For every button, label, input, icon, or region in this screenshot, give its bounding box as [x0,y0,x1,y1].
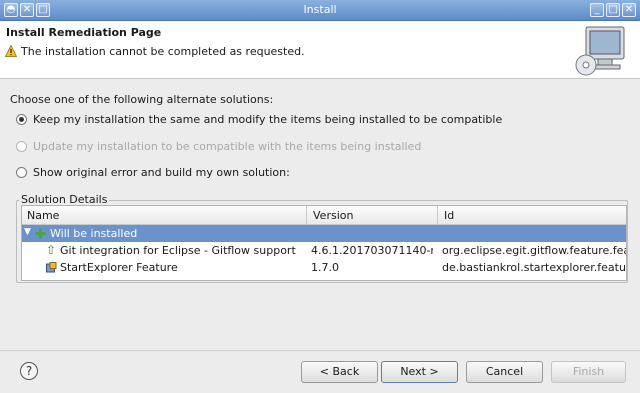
window-titlebar: ◓ ✕ □ Install _ □ ✕ [0,0,640,21]
table-row[interactable]: ⇧ Git integration for Eclipse - Gitflow … [22,242,626,259]
options-prompt: Choose one of the following alternate so… [10,93,274,106]
table-header: Name Version Id [22,206,626,225]
next-button[interactable]: Next > [381,361,458,383]
upgrade-arrow-icon: ⇧ [46,243,57,257]
radio-button [16,141,27,152]
page-title: Install Remediation Page [6,26,162,39]
window-minimize-icon[interactable]: _ [590,3,604,17]
cancel-button[interactable]: Cancel [466,361,543,383]
radio-button[interactable] [16,167,27,178]
install-monitor-icon [575,26,625,76]
row-name: StartExplorer Feature [60,261,178,274]
finish-button: Finish [551,361,626,383]
column-divider[interactable] [306,206,307,225]
group-label: Will be installed [50,227,138,240]
help-icon[interactable]: ? [20,362,38,380]
solution-details-table[interactable]: Name Version Id ▼ Will be installed ⇧ Gi… [21,205,627,281]
wizard-header: Install Remediation Page The installatio… [0,21,640,79]
column-header-name[interactable]: Name [27,209,59,222]
column-header-id[interactable]: Id [444,209,454,222]
wizard-footer: ? < Back Next > Cancel Finish [0,350,640,393]
row-version: 1.7.0 [311,261,339,274]
plus-icon [35,228,46,239]
window-title: Install [303,3,337,16]
table-row-group[interactable]: ▼ Will be installed [22,225,626,242]
warning-icon [5,45,17,57]
row-id: de.bastiankrol.startexplorer.featur [442,261,626,274]
option-label: Update my installation to be compatible … [33,140,422,153]
radio-button[interactable] [16,114,27,125]
header-message: The installation cannot be completed as … [21,45,305,58]
wizard-content: Choose one of the following alternate so… [0,80,640,350]
column-header-version[interactable]: Version [313,209,353,222]
row-name: Git integration for Eclipse - Gitflow su… [60,244,296,257]
row-id: org.eclipse.egit.gitflow.feature.fea [442,244,626,257]
back-button[interactable]: < Back [301,361,378,383]
collapse-arrow-icon[interactable]: ▼ [24,227,31,237]
window-close-right-icon[interactable]: ✕ [622,3,636,17]
window-restore-icon[interactable]: □ [606,3,620,17]
row-version: 4.6.1.201703071140-r [311,244,433,257]
feature-icon [46,262,57,273]
column-divider[interactable] [437,206,438,225]
option-label: Keep my installation the same and modify… [33,113,503,126]
table-row[interactable]: StartExplorer Feature 1.7.0 de.bastiankr… [22,259,626,276]
option-label: Show original error and build my own sol… [33,166,290,179]
